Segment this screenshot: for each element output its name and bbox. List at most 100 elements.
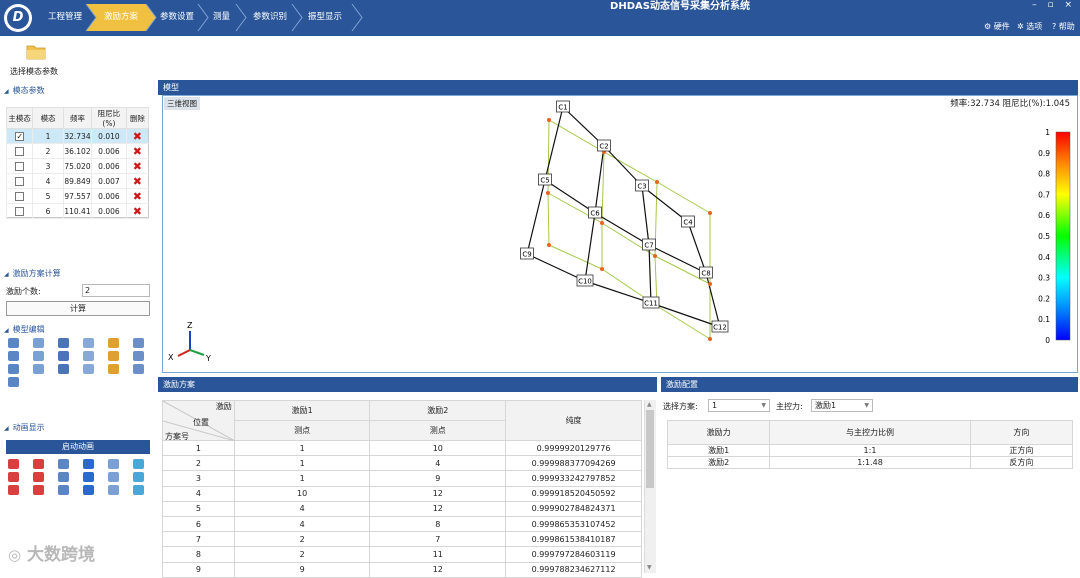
main-mode-checkbox[interactable]	[15, 176, 25, 186]
delete-icon[interactable]: ✖	[133, 205, 142, 218]
scheme-row[interactable]: 9 9 12 0.999788234627112	[162, 561, 642, 578]
frame-icon[interactable]	[8, 472, 19, 482]
scale-icon[interactable]	[133, 472, 144, 482]
view-front-icon[interactable]	[33, 338, 44, 348]
section-model-edit[interactable]: ◢ 模型编辑	[4, 324, 45, 335]
calculate-button[interactable]: 计算	[6, 301, 150, 316]
speed-icon[interactable]	[8, 459, 19, 469]
export-icon[interactable]	[83, 485, 94, 495]
menu-hardware[interactable]: ⚙ 硬件	[984, 21, 1010, 32]
delete-icon[interactable]: ✖	[133, 190, 142, 203]
pause-icon[interactable]	[83, 459, 94, 469]
scheme-row[interactable]: 1 1 10 0.9999920129776	[162, 439, 642, 457]
eye-line-icon[interactable]	[58, 351, 69, 361]
colorbar-tick: 0.3	[1038, 274, 1050, 283]
model-edge	[544, 106, 564, 181]
scrollbar-thumb[interactable]	[646, 410, 654, 488]
down-arrow-icon[interactable]	[33, 472, 44, 482]
wave-icon[interactable]	[8, 485, 19, 495]
colorbar-tick: 0.4	[1038, 253, 1050, 262]
excitation-count-input[interactable]: 2	[82, 284, 150, 297]
record-icon[interactable]	[33, 459, 44, 469]
modal-row[interactable]: 2 36.102 0.006 ✖	[5, 143, 149, 159]
scheme-row[interactable]: 7 2 7 0.999861538410187	[162, 531, 642, 548]
rotate-icon[interactable]	[58, 364, 69, 374]
view-side-icon[interactable]	[58, 338, 69, 348]
main-mode-checkbox[interactable]	[15, 206, 25, 216]
zoom-out-icon[interactable]	[33, 364, 44, 374]
cycle-icon[interactable]	[108, 459, 119, 469]
view-grid-icon[interactable]	[108, 338, 119, 348]
main-mode-checkbox[interactable]: ✓	[15, 131, 25, 141]
scheme-row[interactable]: 6 4 8 0.999865353107452	[162, 515, 642, 533]
zoom-fit-icon[interactable]	[83, 364, 94, 374]
menu-options[interactable]: ✲ 选项	[1017, 21, 1042, 32]
view-top-icon[interactable]	[83, 338, 94, 348]
tab-param-settings[interactable]: 参数设置	[150, 4, 194, 31]
settings-icon[interactable]	[133, 485, 144, 495]
scroll-down-icon[interactable]: ▼	[647, 564, 652, 571]
section-excitation-calc[interactable]: ◢ 激励方案计算	[4, 268, 61, 279]
eye-icon[interactable]	[8, 351, 19, 361]
main-mode-checkbox[interactable]	[15, 161, 25, 171]
node-label: C6	[590, 210, 600, 218]
tab-project[interactable]: 工程管理	[38, 4, 82, 31]
left-arrow-icon[interactable]	[58, 472, 69, 482]
contour-icon[interactable]	[58, 485, 69, 495]
palette-icon[interactable]	[83, 472, 94, 482]
tab-excitation-scheme[interactable]: 激励方案	[94, 4, 138, 31]
config-row[interactable]: 激励2 1:1.48 反方向	[666, 456, 1074, 469]
section-modal-params[interactable]: ◢ 模态参数	[4, 85, 45, 96]
up-arrow-icon[interactable]	[133, 459, 144, 469]
scheme-row[interactable]: 4 10 12 0.999918520450592	[162, 485, 642, 502]
scheme-row[interactable]: 8 2 11 0.999797284603119	[162, 546, 642, 563]
modal-row[interactable]: 6 110.41 0.006 ✖	[5, 203, 149, 219]
eye-face-icon[interactable]	[83, 351, 94, 361]
scheme-row[interactable]: 5 4 12 0.999902784824371	[162, 500, 642, 517]
delete-icon[interactable]: ✖	[133, 130, 142, 143]
node-edit-icon[interactable]	[8, 377, 19, 387]
zoom-box-icon[interactable]	[108, 364, 119, 374]
scheme-row[interactable]: 3 1 9 0.999933242797852	[162, 470, 642, 487]
delete-icon[interactable]: ✖	[133, 160, 142, 173]
view-iso-icon[interactable]	[8, 338, 19, 348]
window-controls[interactable]: – ▫ ×	[1032, 0, 1076, 10]
tab-param-identify[interactable]: 参数识别	[243, 4, 287, 31]
zoom-in-icon[interactable]	[8, 364, 19, 374]
main-force-dropdown[interactable]: 激励1 ▼	[811, 399, 873, 412]
menu-help[interactable]: ? 帮助	[1052, 21, 1075, 32]
right-arrow-icon[interactable]	[108, 472, 119, 482]
modal-row[interactable]: 4 89.849 0.007 ✖	[5, 173, 149, 189]
main-mode-checkbox[interactable]	[15, 191, 25, 201]
modal-row[interactable]: 3 75.020 0.006 ✖	[5, 158, 149, 174]
loop-icon[interactable]	[58, 459, 69, 469]
select-scheme-dropdown[interactable]: 1 ▼	[708, 399, 770, 412]
config-table: 激励力 与主控力比例 方向 激励1 1:1 正方向 激励2 1:1.48 反方向	[666, 420, 1074, 469]
tab-mode-shape[interactable]: 振型显示	[298, 4, 342, 31]
select-modal-params-button[interactable]: 选择模态参数	[10, 66, 58, 77]
view-3d-label[interactable]: 三维视图	[164, 97, 200, 110]
section-animation[interactable]: ◢ 动画显示	[4, 422, 45, 433]
delete-icon[interactable]: ✖	[133, 175, 142, 188]
image-icon[interactable]	[108, 485, 119, 495]
delete-icon[interactable]: ✖	[133, 145, 142, 158]
eye-node-icon[interactable]	[33, 351, 44, 361]
eye-label-icon[interactable]	[108, 351, 119, 361]
modal-row[interactable]: 5 97.557 0.006 ✖	[5, 188, 149, 204]
scroll-up-icon[interactable]: ▲	[647, 401, 652, 408]
main-mode-checkbox[interactable]	[15, 146, 25, 156]
tab-measure[interactable]: 测量	[203, 4, 230, 31]
scheme-table: 激励 位置 方案号 激励1 激励2 纯度 测点 测点 1 1 10 0.9999920…	[162, 400, 642, 578]
modal-row[interactable]: ✓ 1 32.734 0.010 ✖	[5, 128, 149, 144]
model-3d-view[interactable]: C1 C2 C3 C4 C5 C6 C7 C8 C9 C10 C11 C12 1 0.9 0.8 0.7 0.…	[162, 95, 1078, 373]
folder-icon[interactable]	[26, 44, 46, 60]
pan-icon[interactable]	[133, 338, 144, 348]
scheme-row[interactable]: 2 1 4 0.999988377094269	[162, 455, 642, 472]
color-icon[interactable]	[33, 485, 44, 495]
modal-table: 主模态 模态 频率 阻尼比(%) 删除 ✓ 1 32.734 0.010 ✖ 2 36.10…	[5, 107, 150, 219]
config-row[interactable]: 激励1 1:1 正方向	[666, 444, 1074, 457]
hand-icon[interactable]	[133, 364, 144, 374]
gear-icon: ✲	[1017, 22, 1024, 31]
start-animation-button[interactable]: 启动动画	[6, 440, 150, 454]
eye-axis-icon[interactable]	[133, 351, 144, 361]
